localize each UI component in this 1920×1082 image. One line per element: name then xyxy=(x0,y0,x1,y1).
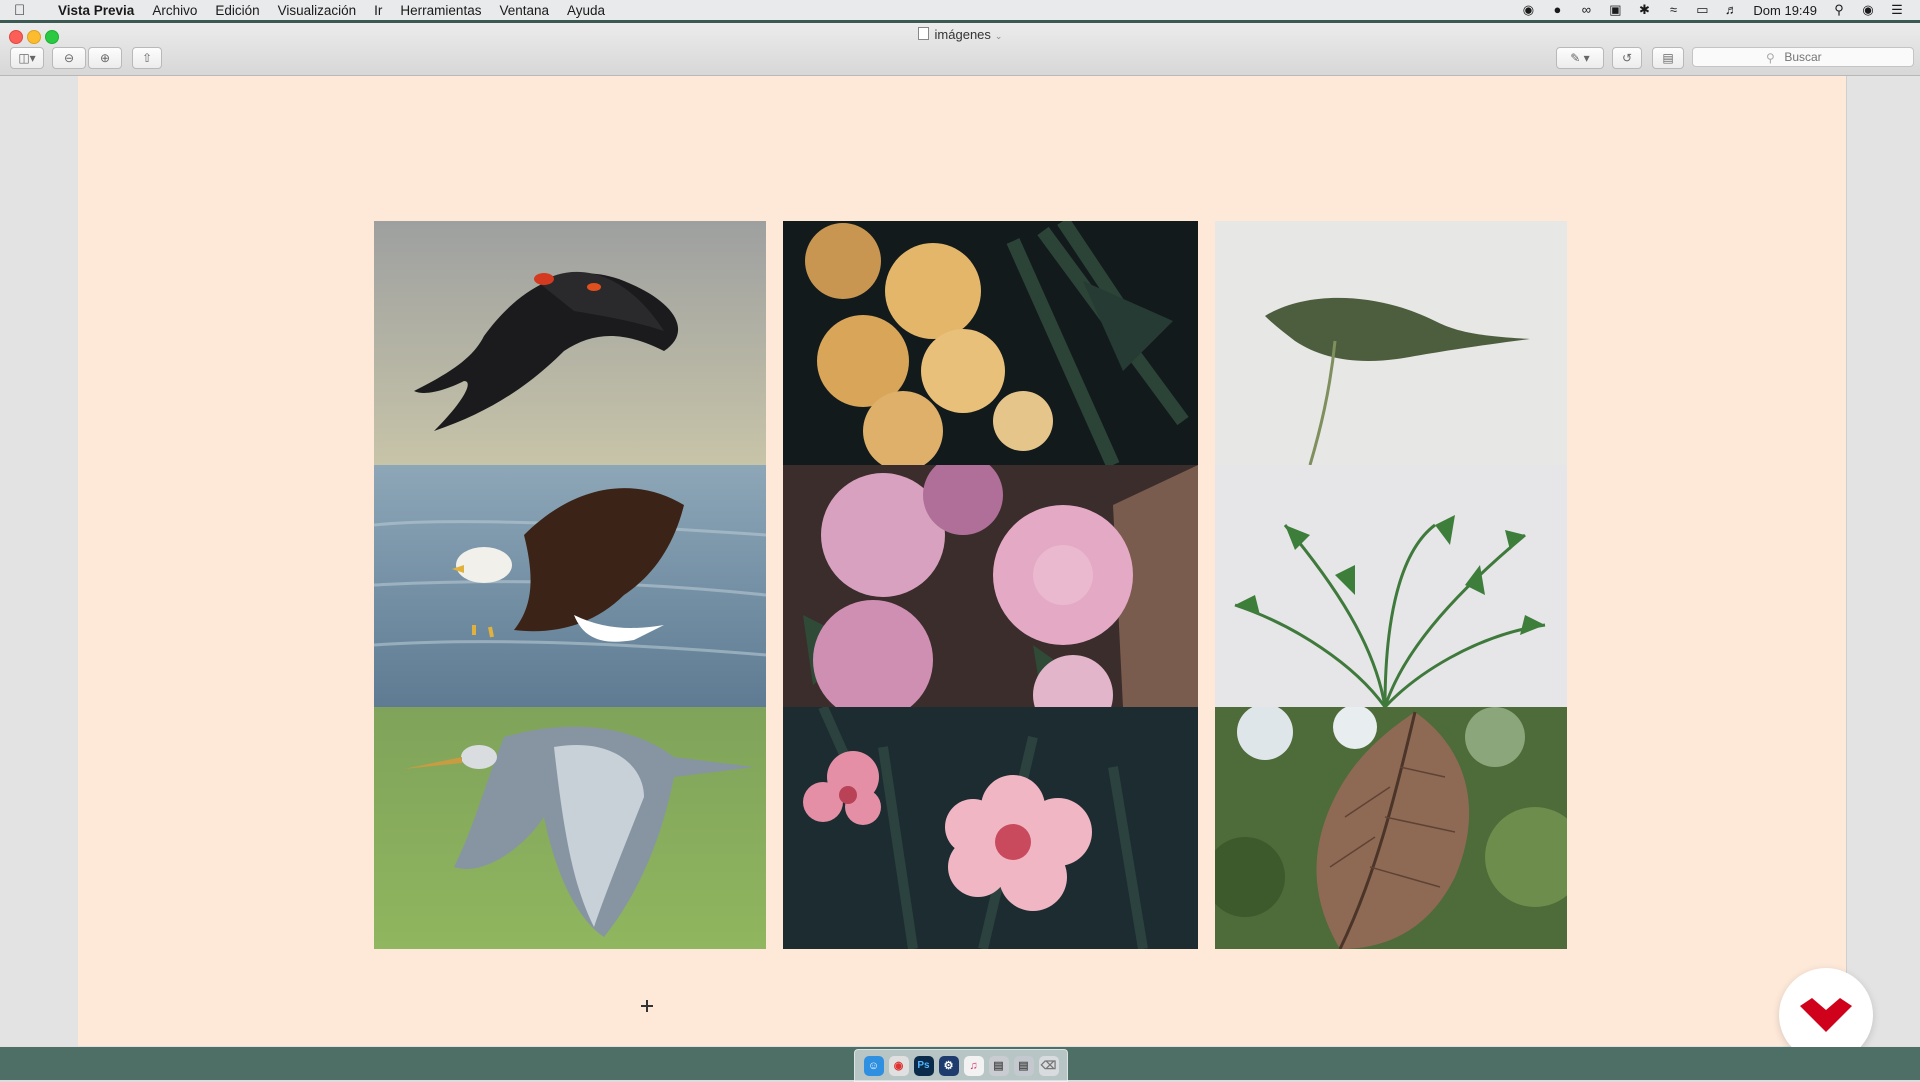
wifi-icon[interactable]: ≈ xyxy=(1666,3,1680,17)
spotlight-search-icon[interactable]: ⚲ xyxy=(1832,3,1846,17)
chrome-icon[interactable]: ◉ xyxy=(888,1055,909,1076)
bluetooth-icon[interactable]: ✱ xyxy=(1637,3,1651,17)
rotate-button[interactable]: ↺ xyxy=(1612,47,1642,69)
zoom-out-button[interactable]: ⊖ xyxy=(52,47,86,69)
document-title-text: imágenes xyxy=(934,27,991,42)
sidebar-toggle-button[interactable]: ◫▾ xyxy=(10,47,44,69)
menu-edicion[interactable]: Edición xyxy=(215,3,259,18)
menu-app-name[interactable]: Vista Previa xyxy=(58,3,134,18)
crosshair-cursor-icon xyxy=(641,1000,653,1012)
itunes-icon[interactable]: ♫ xyxy=(963,1055,984,1076)
photo-pink-peonies[interactable] xyxy=(783,465,1198,707)
markup-button[interactable]: ✎ ▾ xyxy=(1556,47,1604,69)
menu-ayuda[interactable]: Ayuda xyxy=(567,3,605,18)
airplay-icon[interactable]: ▭ xyxy=(1695,3,1709,17)
zoom-in-button[interactable]: ⊕ xyxy=(88,47,122,69)
finder-icon[interactable]: ☺ xyxy=(863,1055,884,1076)
rotate-icon: ↺ xyxy=(1621,51,1633,65)
photo-pink-dianthus[interactable] xyxy=(783,707,1198,949)
photo-grey-heron[interactable] xyxy=(374,707,766,949)
share-icon: ⇧ xyxy=(141,51,153,65)
dock: ☺ ◉ Ps ⚙ ♫ ▤ ▤ ⌫ xyxy=(854,1049,1068,1082)
photo-yellow-tulips[interactable] xyxy=(783,221,1198,465)
downloads-icon[interactable]: ▤ xyxy=(1013,1055,1034,1076)
toolbox-button[interactable]: ▤ xyxy=(1652,47,1684,69)
left-gutter xyxy=(0,76,79,1046)
siri-icon[interactable]: ◉ xyxy=(1861,3,1875,17)
clock[interactable]: Dom 19:49 xyxy=(1753,3,1817,18)
search-icon: ⚲ xyxy=(1766,51,1775,65)
menu-visualizacion[interactable]: Visualización xyxy=(278,3,357,18)
safari-icon[interactable]: ⚙ xyxy=(938,1055,959,1076)
title-bar: imágenes⌄ ◫▾ ⊖ ⊕ ⇧ ✎ ▾ ↺ ▤ ⚲ xyxy=(0,23,1920,76)
zoom-in-icon: ⊕ xyxy=(99,51,111,65)
logo-icon xyxy=(1800,998,1852,1032)
photo-blackbird[interactable] xyxy=(374,221,766,465)
document-title[interactable]: imágenes ⌄ xyxy=(0,27,1920,42)
menu-ventana[interactable]: Ventana xyxy=(499,3,549,18)
volume-icon[interactable]: ♬ xyxy=(1724,3,1738,17)
right-gutter xyxy=(1846,76,1920,1046)
zoom-out-icon: ⊖ xyxy=(63,51,75,65)
location-icon[interactable]: ● xyxy=(1550,3,1564,17)
photo-fish-eagle[interactable] xyxy=(374,465,766,707)
share-button[interactable]: ⇧ xyxy=(132,47,162,69)
preview-icon[interactable]: ▤ xyxy=(988,1055,1009,1076)
chevron-down-icon: ⌄ xyxy=(994,31,1003,41)
photo-green-leaf[interactable] xyxy=(1215,221,1567,465)
record-icon[interactable]: ◉ xyxy=(1521,3,1535,17)
menu-bar:  Vista Previa Archivo Edición Visualiza… xyxy=(0,0,1920,21)
creative-cloud-icon[interactable]: ∞ xyxy=(1579,3,1593,17)
menu-ir[interactable]: Ir xyxy=(374,3,382,18)
display-icon[interactable]: ▣ xyxy=(1608,3,1622,17)
trash-icon[interactable]: ⌫ xyxy=(1038,1055,1059,1076)
photo-dry-leaf[interactable] xyxy=(1215,707,1567,949)
menu-archivo[interactable]: Archivo xyxy=(152,3,197,18)
toolbox-icon: ▤ xyxy=(1662,51,1674,65)
search-input[interactable] xyxy=(1692,47,1914,67)
document-icon xyxy=(917,27,929,40)
photo-palm-plant[interactable] xyxy=(1215,465,1567,707)
photoshop-icon[interactable]: Ps xyxy=(913,1055,934,1076)
pen-icon: ✎ ▾ xyxy=(1570,51,1590,65)
document-canvas[interactable] xyxy=(78,76,1846,1046)
menu-herramientas[interactable]: Herramientas xyxy=(400,3,481,18)
preview-window: imágenes⌄ ◫▾ ⊖ ⊕ ⇧ ✎ ▾ ↺ ▤ ⚲ xyxy=(0,23,1920,1062)
notification-center-icon[interactable]: ☰ xyxy=(1890,3,1904,17)
apple-menu-icon[interactable]:  xyxy=(14,2,36,19)
sidebar-icon: ◫▾ xyxy=(18,51,36,65)
